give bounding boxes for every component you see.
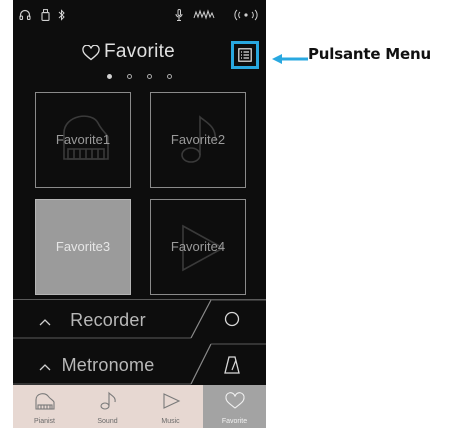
tab-sound[interactable]: Sound (76, 385, 139, 428)
tab-bar: Pianist Sound Music Favorite (13, 385, 266, 428)
music-note-icon (100, 391, 116, 410)
favorite-tile-2[interactable]: Favorite2 (150, 92, 246, 188)
heart-icon (82, 44, 100, 66)
status-bar (13, 0, 266, 30)
tab-label: Sound (97, 418, 118, 425)
callout-arrow-icon (272, 54, 308, 64)
tile-label: Favorite3 (55, 239, 111, 254)
favorite-tile-1[interactable]: Favorite1 (35, 92, 131, 188)
usb-drive-icon (41, 9, 50, 21)
metronome-label: Metronome (61, 355, 155, 375)
tile-label: Favorite1 (55, 132, 111, 147)
menu-button[interactable] (231, 41, 259, 69)
bluetooth-icon (58, 9, 65, 21)
metronome-button[interactable] (223, 355, 241, 380)
header: Favorite (13, 36, 266, 66)
headphones-icon (19, 9, 31, 20)
midi-icon (193, 9, 215, 21)
list-menu-icon (238, 48, 252, 62)
wireless-audio-icon (233, 9, 259, 21)
app-screen: Favorite Favorite1 Favorite2 Favorite3 F… (13, 0, 266, 428)
piano-icon (35, 393, 55, 410)
tile-label: Favorite4 (170, 239, 226, 254)
tab-label: Music (161, 418, 180, 425)
tile-label: Favorite2 (170, 132, 226, 147)
tab-favorite[interactable]: Favorite (203, 385, 266, 428)
tab-label: Pianist (33, 418, 55, 425)
page-title: Favorite (104, 41, 176, 62)
callout-label: Pulsante Menu (308, 45, 431, 63)
page-dot-active[interactable] (107, 74, 112, 79)
tab-music[interactable]: Music (139, 385, 202, 428)
play-icon (163, 393, 181, 409)
metronome-icon (224, 356, 240, 374)
page-dot[interactable] (127, 74, 132, 79)
tab-pianist[interactable]: Pianist (13, 385, 76, 428)
page-dot[interactable] (147, 74, 152, 79)
tab-label: Favorite (221, 418, 248, 425)
favorite-tile-4[interactable]: Favorite4 (150, 199, 246, 295)
favorite-tile-3[interactable]: Favorite3 (35, 199, 131, 295)
metronome-row[interactable]: Metronome (13, 345, 266, 384)
microphone-icon (175, 9, 183, 21)
heart-icon (225, 392, 245, 409)
page-dot[interactable] (167, 74, 172, 79)
page-indicator (107, 73, 187, 83)
